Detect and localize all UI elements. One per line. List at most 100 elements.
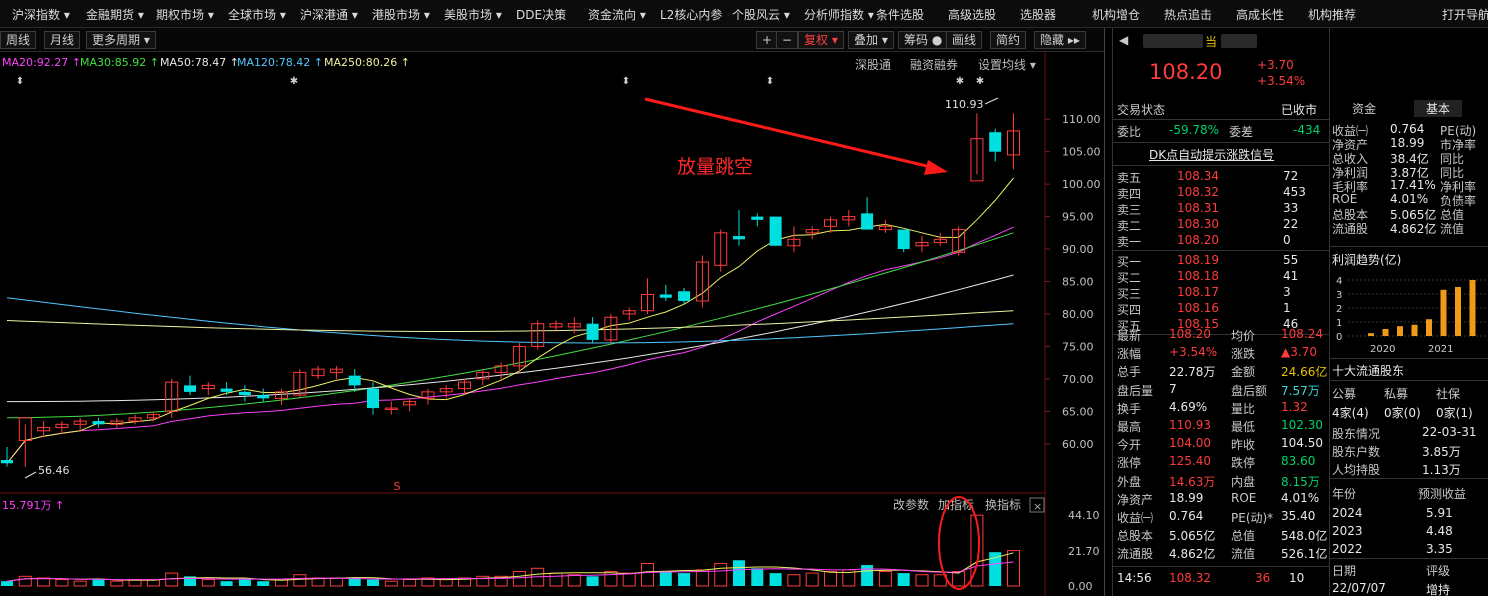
stat-label: 昨收	[1231, 438, 1256, 453]
order-volume: 55	[1283, 253, 1299, 267]
volume-tool-button: 换指标	[985, 497, 1021, 512]
holder-value: 22-03-31	[1422, 425, 1477, 439]
menu-item[interactable]: 打开导航	[1442, 6, 1488, 23]
divider	[1330, 558, 1488, 559]
holders-value: 0家(1)	[1436, 406, 1473, 420]
y-tick-label: 90.00	[1062, 243, 1094, 256]
forecast-value: 4.48	[1426, 524, 1453, 538]
divider	[1113, 250, 1329, 251]
holders-title: 十大流通股东	[1332, 364, 1405, 378]
volume-bar	[567, 574, 581, 587]
candle-body	[659, 294, 672, 298]
close-icon: ×	[1033, 500, 1042, 513]
y-tick-label: 65.00	[1062, 405, 1094, 418]
event-marker: ✱	[976, 76, 984, 87]
dk-signal-link[interactable]: DK点自动提示涨跌信号	[1149, 146, 1274, 163]
profit-title: 利润趋势(亿)	[1332, 253, 1402, 267]
tick-price: 108.32	[1169, 571, 1211, 585]
tab-basic[interactable]: 基本	[1414, 100, 1463, 117]
profit-chart: 4 3 2 1 0 2020 2021	[1336, 276, 1488, 355]
forecast-row: 2024 5.91	[1330, 505, 1488, 523]
stat-row: 流通股 4.862亿 流值 526.1亿	[1113, 544, 1329, 562]
rating-head: 日期	[1332, 564, 1357, 578]
candle-body	[769, 216, 782, 246]
y-tick-label: 100.00	[1062, 178, 1101, 191]
profit-y-tick: 4	[1336, 276, 1342, 287]
stat-label: 净资产	[1117, 492, 1154, 507]
stat-label: 最低	[1231, 420, 1256, 434]
volume-bar	[861, 565, 874, 586]
profit-y-tick: 3	[1336, 290, 1342, 301]
candle-body	[751, 216, 764, 220]
volume-bar	[604, 571, 618, 587]
menu-item[interactable]: 机构推荐	[1308, 6, 1356, 23]
ma-line	[6, 297, 1014, 344]
forecast-year: 2024	[1332, 506, 1363, 520]
volume-bar	[751, 568, 764, 586]
volume-bar	[878, 571, 892, 587]
stat-label: 盘后额	[1231, 383, 1268, 398]
candle-body	[733, 236, 745, 240]
volume-bar	[403, 579, 417, 587]
stat-label: 流值	[1231, 547, 1256, 562]
holders-head-row: 公募 私募 社保	[1330, 384, 1488, 402]
stat-value: 4.69%	[1169, 399, 1208, 414]
volume-bar	[915, 574, 929, 587]
dk-row: DK点自动提示涨跌信号	[1113, 145, 1329, 163]
price-row: 108.20 +3.70 +3.54%	[1113, 58, 1329, 88]
rating-head-row: 日期 评级	[1330, 561, 1488, 579]
volume-bar	[897, 573, 910, 586]
stat-row: 总股本 5.065亿 总值 548.0亿	[1113, 526, 1329, 544]
stat-row: 外盘 14.63万 内盘 8.15万	[1113, 472, 1329, 490]
y-tick-label: 105.00	[1062, 146, 1101, 159]
volume-bar	[18, 575, 32, 587]
menu-item[interactable]: 高成长性	[1236, 6, 1284, 23]
profit-x-tick: 2020	[1370, 344, 1395, 355]
stat-label: ROE	[1231, 490, 1257, 505]
annotation-arrow-head	[924, 160, 948, 175]
forecast-head: 预测收益	[1418, 487, 1467, 501]
stat-label: 流通股	[1117, 547, 1154, 562]
stat-value: 125.40	[1169, 454, 1211, 469]
profit-y-tick: 1	[1336, 318, 1342, 329]
menu-item[interactable]: 热点追击	[1164, 6, 1212, 23]
event-marker: ⬍	[16, 76, 24, 87]
volume-bar	[678, 573, 691, 586]
stat-value: 83.60	[1281, 454, 1316, 469]
stat-row: 涨幅 +3.54% 涨跌 ▲3.70	[1113, 344, 1329, 362]
label: 委比	[1117, 125, 1142, 139]
candle-body	[92, 421, 105, 425]
ma-line	[6, 226, 1014, 464]
stat-label: 换手	[1117, 401, 1142, 416]
label: 委差	[1229, 125, 1254, 139]
volume-bar	[1007, 550, 1020, 587]
ma-line	[7, 274, 1014, 403]
fund-value: 0.764	[1390, 122, 1425, 136]
forecast-year: 2023	[1332, 524, 1363, 538]
stock-name-blur	[1143, 34, 1203, 48]
profit-bar	[1411, 324, 1418, 336]
fund-value: 18.99	[1390, 136, 1425, 150]
candle-body	[897, 229, 910, 250]
holders-head: 私募	[1384, 387, 1409, 401]
stock-name-blur	[1221, 34, 1257, 48]
stat-row: 净资产 18.99 ROE 4.01%	[1113, 490, 1329, 508]
volume-bar	[549, 572, 563, 587]
order-level: 卖一	[1117, 235, 1142, 249]
tab-fund[interactable]: 资金	[1352, 100, 1376, 117]
order-price: 108.31	[1177, 201, 1219, 215]
y-tick-label: 85.00	[1062, 276, 1094, 289]
stat-value: 548.0亿	[1281, 529, 1328, 544]
stat-value: 4.01%	[1281, 490, 1320, 505]
volume-bar	[787, 574, 801, 587]
stat-label: 金额	[1231, 365, 1256, 380]
candle-body	[184, 385, 196, 392]
volume-bar	[73, 580, 87, 587]
stat-row: 最新 108.20 均价 108.24	[1113, 326, 1329, 344]
forecast-value: 3.35	[1426, 542, 1453, 556]
prev-icon[interactable]: ◀	[1119, 33, 1128, 47]
profit-bar	[1426, 319, 1432, 336]
kline-chart: ▍110.00105.00100.0095.0090.0085.0080.007…	[0, 28, 1105, 596]
order-price: 108.20	[1177, 233, 1219, 247]
stat-label: 涨幅	[1117, 347, 1142, 362]
